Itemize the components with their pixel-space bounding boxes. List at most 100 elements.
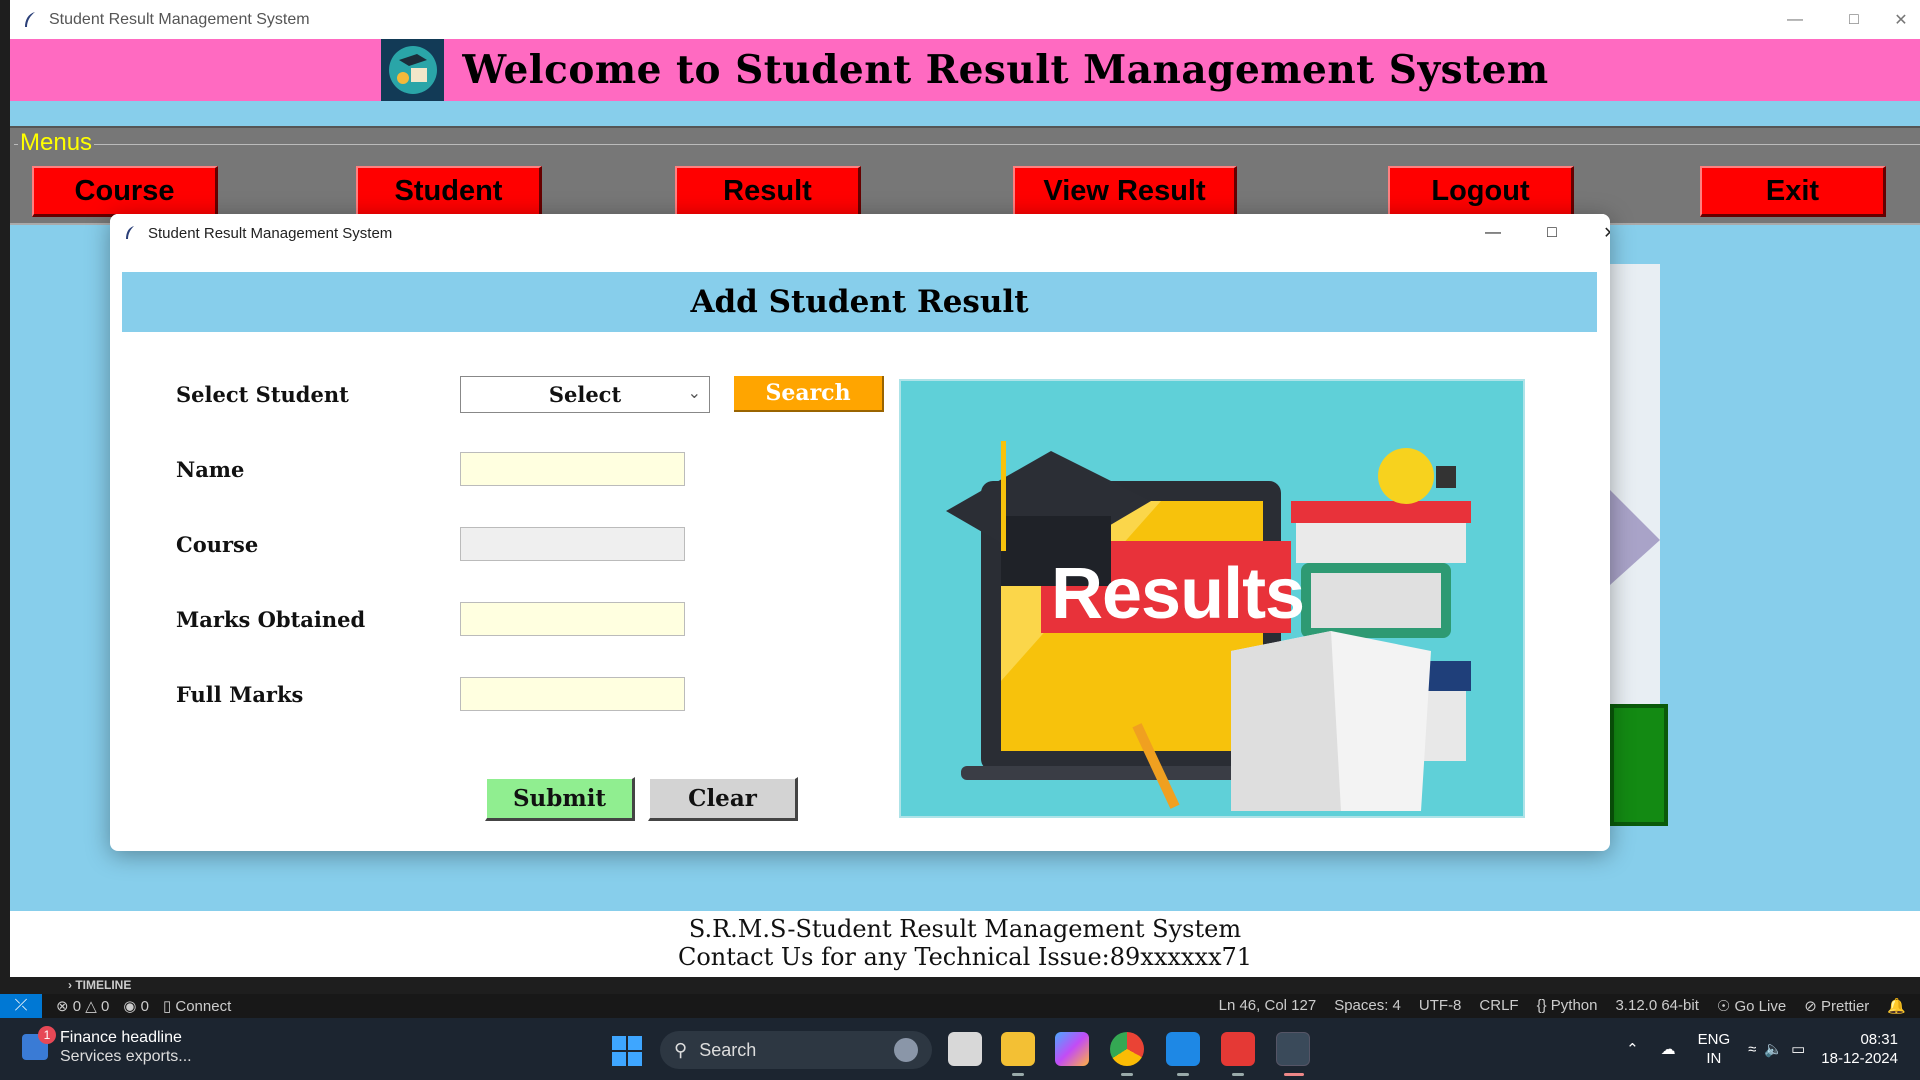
error-icon: ⊗ — [56, 998, 69, 1015]
encoding[interactable]: UTF-8 — [1419, 997, 1462, 1015]
indentation[interactable]: Spaces: 4 — [1334, 997, 1401, 1015]
copilot-icon[interactable] — [1055, 1032, 1089, 1066]
background-arrow-shape — [1610, 490, 1660, 585]
full-marks-field[interactable] — [460, 677, 685, 711]
app-running-indicator — [1232, 1073, 1244, 1076]
connect-item[interactable]: ▯ Connect — [163, 997, 231, 1015]
name-field[interactable] — [460, 452, 685, 486]
cursor-position[interactable]: Ln 46, Col 127 — [1219, 997, 1317, 1015]
prettier-label: Prettier — [1820, 998, 1870, 1015]
clock-date: 18-12-2024 — [1821, 1050, 1898, 1067]
clock[interactable]: 08:31 18-12-2024 — [1821, 1030, 1898, 1068]
file-explorer-icon[interactable] — [1001, 1032, 1035, 1066]
dialog-header: Add Student Result — [122, 272, 1597, 332]
app-running-indicator — [1012, 1073, 1024, 1076]
news-badge: 1 — [38, 1026, 56, 1044]
marks-obtained-field[interactable] — [460, 602, 685, 636]
language-top: ENG — [1697, 1031, 1731, 1048]
task-view-icon[interactable] — [948, 1032, 982, 1066]
remote-icon[interactable]: ⤫ — [0, 994, 42, 1018]
bell-icon[interactable]: 🔔 — [1887, 997, 1906, 1015]
student-select-value: Select — [548, 382, 622, 407]
dialog-minimize-icon[interactable]: — — [1464, 214, 1522, 252]
logout-button[interactable]: Logout — [1388, 166, 1574, 217]
python-app-icon[interactable] — [1276, 1032, 1310, 1066]
full-marks-label: Full Marks — [176, 682, 304, 707]
menu-frame: Menus Course Student Result View Result … — [10, 126, 1920, 225]
close-icon[interactable]: ✕ — [1872, 0, 1920, 39]
course-label: Course — [176, 532, 259, 557]
add-result-dialog: Student Result Management System — □ ✕ A… — [110, 214, 1610, 851]
system-tray: ⌃ ☁ ENG IN ≈ 🔈 ▭ 08:31 18-12-2024 — [1626, 1018, 1920, 1080]
language-indicator[interactable]: ENG IN — [1698, 1030, 1731, 1068]
app-logo — [381, 39, 445, 101]
ports-indicator[interactable]: ◉ 0 — [123, 997, 149, 1015]
feather-icon — [126, 226, 134, 239]
app-running-indicator — [1121, 1073, 1133, 1076]
start-button[interactable] — [612, 1036, 642, 1066]
warning-icon: △ — [85, 998, 97, 1015]
wps-office-icon[interactable] — [1221, 1032, 1255, 1066]
app-running-indicator — [1177, 1073, 1189, 1076]
search-highlight-icon — [894, 1038, 918, 1062]
app-active-indicator — [1284, 1073, 1304, 1076]
results-illustration-text: Results — [1051, 554, 1305, 634]
results-illustration: Results — [899, 379, 1525, 818]
warning-count: 0 — [100, 998, 110, 1015]
exit-button[interactable]: Exit — [1700, 166, 1886, 217]
footer: S.R.M.S-Student Result Management System… — [10, 911, 1920, 977]
dialog-maximize-icon[interactable]: □ — [1523, 214, 1581, 252]
search-icon: ⚲ — [674, 1039, 688, 1060]
go-live-label: Go Live — [1734, 998, 1787, 1015]
battery-icon[interactable]: ▭ — [1791, 1040, 1805, 1058]
search-button[interactable]: Search — [734, 376, 884, 412]
feather-icon — [25, 11, 35, 27]
python-version[interactable]: 3.12.0 64-bit — [1615, 997, 1698, 1015]
prettier-item[interactable]: ⊘ Prettier — [1804, 997, 1869, 1015]
taskbar-search-label: Search — [699, 1039, 757, 1060]
course-button[interactable]: Course — [32, 166, 218, 217]
view-result-button[interactable]: View Result — [1013, 166, 1237, 217]
vscode-icon[interactable] — [1166, 1032, 1200, 1066]
clear-button[interactable]: Clear — [648, 777, 798, 821]
timeline-panel[interactable]: › TIMELINE — [0, 977, 1920, 994]
timeline-label: TIMELINE — [75, 978, 132, 992]
marks-obtained-label: Marks Obtained — [176, 607, 366, 632]
taskbar-search[interactable]: ⚲ Search — [660, 1031, 932, 1069]
submit-button[interactable]: Submit — [485, 777, 635, 821]
dialog-title: Student Result Management System — [148, 224, 393, 242]
error-count: 0 — [72, 998, 82, 1015]
background-green-panel — [1610, 704, 1668, 826]
menu-legend: Menus — [18, 129, 95, 157]
select-student-label: Select Student — [176, 382, 349, 407]
antenna-icon: ◉ — [123, 998, 137, 1015]
volume-icon[interactable]: 🔈 — [1764, 1040, 1783, 1058]
result-button[interactable]: Result — [675, 166, 861, 217]
onedrive-icon[interactable]: ☁ — [1661, 1040, 1676, 1058]
broadcast-icon: ☉ — [1716, 998, 1735, 1015]
chevron-up-icon[interactable]: ⌃ — [1626, 1040, 1639, 1058]
student-select[interactable]: Select ⌄ — [460, 376, 710, 413]
database-icon: ▯ — [162, 998, 172, 1015]
wifi-icon[interactable]: ≈ — [1748, 1041, 1756, 1058]
chrome-icon[interactable] — [1110, 1032, 1144, 1066]
minimize-icon[interactable]: — — [1766, 0, 1824, 39]
language-bottom: IN — [1706, 1050, 1722, 1067]
student-button[interactable]: Student — [356, 166, 542, 217]
banner-title: Welcome to Student Result Management Sys… — [462, 47, 1549, 93]
line-ending[interactable]: CRLF — [1479, 997, 1518, 1015]
name-label: Name — [176, 457, 245, 482]
dialog-close-icon[interactable]: ✕ — [1581, 214, 1610, 252]
vscode-statusbar: ⤫ ⊗ 0 △ 0 ◉ 0 ▯ Connect Ln 46, Col 127 S… — [0, 994, 1920, 1018]
ports-count: 0 — [140, 998, 149, 1015]
connect-label: Connect — [175, 998, 232, 1015]
go-live-button[interactable]: ☉ Go Live — [1717, 997, 1786, 1015]
statusbar-right: Ln 46, Col 127 Spaces: 4 UTF-8 CRLF {} P… — [1219, 997, 1906, 1015]
footer-line-1: S.R.M.S-Student Result Management System — [688, 915, 1242, 943]
news-widget[interactable]: 1 Finance headline Services exports... — [22, 1026, 192, 1066]
problems-indicator[interactable]: ⊗ 0 △ 0 — [56, 997, 109, 1015]
news-icon: 1 — [22, 1026, 56, 1060]
language-mode[interactable]: {} Python — [1537, 997, 1598, 1015]
chevron-down-icon: ⌄ — [687, 383, 701, 402]
course-field[interactable] — [460, 527, 685, 561]
